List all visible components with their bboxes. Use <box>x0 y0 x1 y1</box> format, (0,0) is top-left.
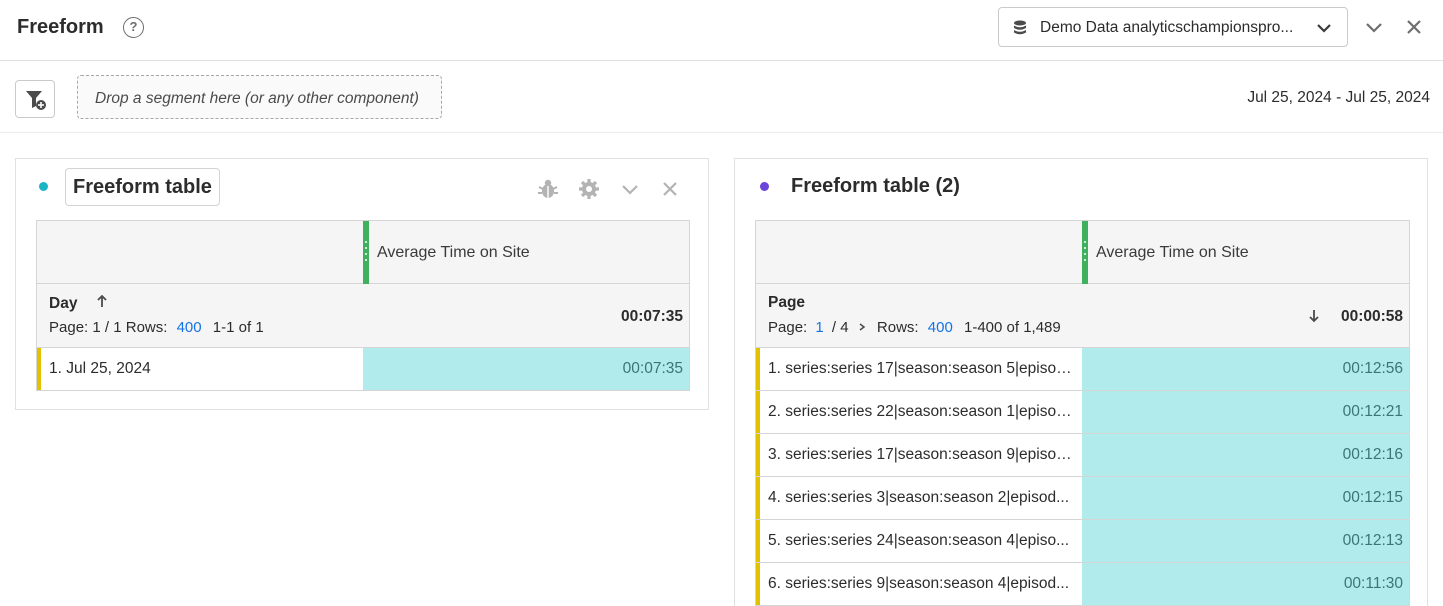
metric-total: 00:00:58 <box>1340 308 1403 325</box>
row-range: 1-400 of 1,489 <box>963 319 1061 336</box>
drop-zone-text: Drop a segment here (or any other compon… <box>95 90 419 107</box>
row-label: 3. series:series 17|season:season 9|epis… <box>768 446 1076 463</box>
current-page-input[interactable]: 1 <box>815 319 823 336</box>
dimension-name: Day <box>49 295 78 312</box>
dimension-header-row: Page Page: 1 / 4 Rows: 400 1-400 of 1,48… <box>755 284 1410 348</box>
dimension-header[interactable]: Day <box>49 294 108 313</box>
bug-icon[interactable] <box>537 178 559 200</box>
chevron-down-icon[interactable] <box>619 178 641 200</box>
panel-color-dot <box>760 182 769 191</box>
table-header: Average Time on Site <box>755 220 1410 284</box>
table-row[interactable]: 1. Jul 25, 2024 00:07:35 <box>36 348 690 391</box>
page-title: Freeform <box>17 16 104 38</box>
panel-title[interactable]: Freeform table (2) <box>791 175 960 198</box>
row-marker <box>756 348 760 390</box>
close-icon[interactable] <box>659 178 681 200</box>
report-suite-selector[interactable]: Demo Data analyticschampionspro... <box>998 7 1348 47</box>
rows-label: Rows: <box>876 319 919 336</box>
metric-cell[interactable]: 00:12:15 <box>1082 477 1409 519</box>
metric-column-header[interactable]: Average Time on Site <box>377 244 530 262</box>
table-pager: Page: 1 / 4 Rows: 400 1-400 of 1,489 <box>768 319 1061 336</box>
database-icon <box>1014 20 1026 35</box>
row-label: 5. series:series 24|season:season 4|epis… <box>768 532 1070 549</box>
rows-per-page-select[interactable]: 400 <box>177 319 202 336</box>
table-row[interactable]: 4. series:series 3|season:season 2|episo… <box>755 477 1410 520</box>
metric-column-header[interactable]: Average Time on Site <box>1096 244 1249 262</box>
metric-value: 00:12:16 <box>1342 446 1403 463</box>
table-header: Average Time on Site <box>36 220 690 284</box>
filter-add-icon <box>26 91 46 110</box>
next-page-icon[interactable] <box>857 322 867 332</box>
row-label: 1. series:series 17|season:season 5|epis… <box>768 360 1076 377</box>
row-marker <box>756 477 760 519</box>
metric-cell[interactable]: 00:07:35 <box>363 348 689 390</box>
metric-value: 00:11:30 <box>1343 575 1403 592</box>
metric-total: 00:07:35 <box>620 308 683 325</box>
rows-per-page-select[interactable]: 400 <box>928 319 953 336</box>
sort-ascending-icon[interactable] <box>96 294 108 308</box>
top-bar: Freeform ? Demo Data analyticschampionsp… <box>0 0 1443 61</box>
row-label: 2. series:series 22|season:season 1|epis… <box>768 403 1076 420</box>
panel-title[interactable]: Freeform table <box>65 168 220 206</box>
metric-value: 00:12:56 <box>1342 360 1403 377</box>
row-marker <box>756 563 760 605</box>
metric-value: 00:12:15 <box>1342 489 1403 506</box>
metric-cell[interactable]: 00:12:13 <box>1082 520 1409 562</box>
column-drag-handle[interactable] <box>363 221 369 284</box>
metric-cell[interactable]: 00:12:16 <box>1082 434 1409 476</box>
dimension-header[interactable]: Page <box>768 294 805 312</box>
freeform-panel-right: Freeform table (2) Average Time on Site … <box>734 158 1428 606</box>
chevron-down-icon <box>1317 24 1331 33</box>
collapse-panel-icon[interactable] <box>1364 17 1384 37</box>
sort-descending-icon[interactable] <box>1308 308 1320 324</box>
table-row[interactable]: 3. series:series 17|season:season 9|epis… <box>755 434 1410 477</box>
help-icon[interactable]: ? <box>123 17 144 38</box>
row-range: 1-1 of 1 <box>212 319 264 336</box>
close-icon[interactable] <box>1404 17 1424 37</box>
panel-color-dot <box>39 182 48 191</box>
row-marker <box>37 348 41 390</box>
freeform-panel-left: Freeform table Average Time on Site Day … <box>15 158 709 410</box>
date-range[interactable]: Jul 25, 2024 - Jul 25, 2024 <box>1247 89 1430 107</box>
row-label: 6. series:series 9|season:season 4|episo… <box>768 575 1070 592</box>
gear-icon[interactable] <box>578 178 600 200</box>
segment-bar: Drop a segment here (or any other compon… <box>0 61 1443 133</box>
table-pager: Page: 1 / 1 Rows: 400 1-1 of 1 <box>49 319 264 336</box>
report-suite-label: Demo Data analyticschampionspro... <box>1040 19 1294 36</box>
row-marker <box>756 434 760 476</box>
segment-drop-zone[interactable]: Drop a segment here (or any other compon… <box>77 75 442 119</box>
add-segment-button[interactable] <box>15 80 55 118</box>
page-total: / 4 <box>831 319 849 336</box>
metric-value: 00:07:35 <box>622 360 683 377</box>
column-drag-handle[interactable] <box>1082 221 1088 284</box>
row-label: 4. series:series 3|season:season 2|episo… <box>768 489 1070 506</box>
dimension-header-row: Day Page: 1 / 1 Rows: 400 1-1 of 1 00:07… <box>36 284 690 348</box>
metric-cell[interactable]: 00:12:56 <box>1082 348 1409 390</box>
metric-cell[interactable]: 00:11:30 <box>1082 563 1409 605</box>
metric-value: 00:12:21 <box>1342 403 1403 420</box>
row-marker <box>756 520 760 562</box>
table-row[interactable]: 2. series:series 22|season:season 1|epis… <box>755 391 1410 434</box>
row-marker <box>756 391 760 433</box>
metric-cell[interactable]: 00:12:21 <box>1082 391 1409 433</box>
row-label: 1. Jul 25, 2024 <box>49 360 151 377</box>
table-row[interactable]: 1. series:series 17|season:season 5|epis… <box>755 348 1410 391</box>
rows-label: Rows: <box>125 319 168 336</box>
metric-value: 00:12:13 <box>1342 532 1403 549</box>
page-label: Page: <box>768 319 808 336</box>
table-row[interactable]: 5. series:series 24|season:season 4|epis… <box>755 520 1410 563</box>
table-row[interactable]: 6. series:series 9|season:season 4|episo… <box>755 563 1410 606</box>
page-indicator: Page: 1 / 1 <box>49 319 122 336</box>
